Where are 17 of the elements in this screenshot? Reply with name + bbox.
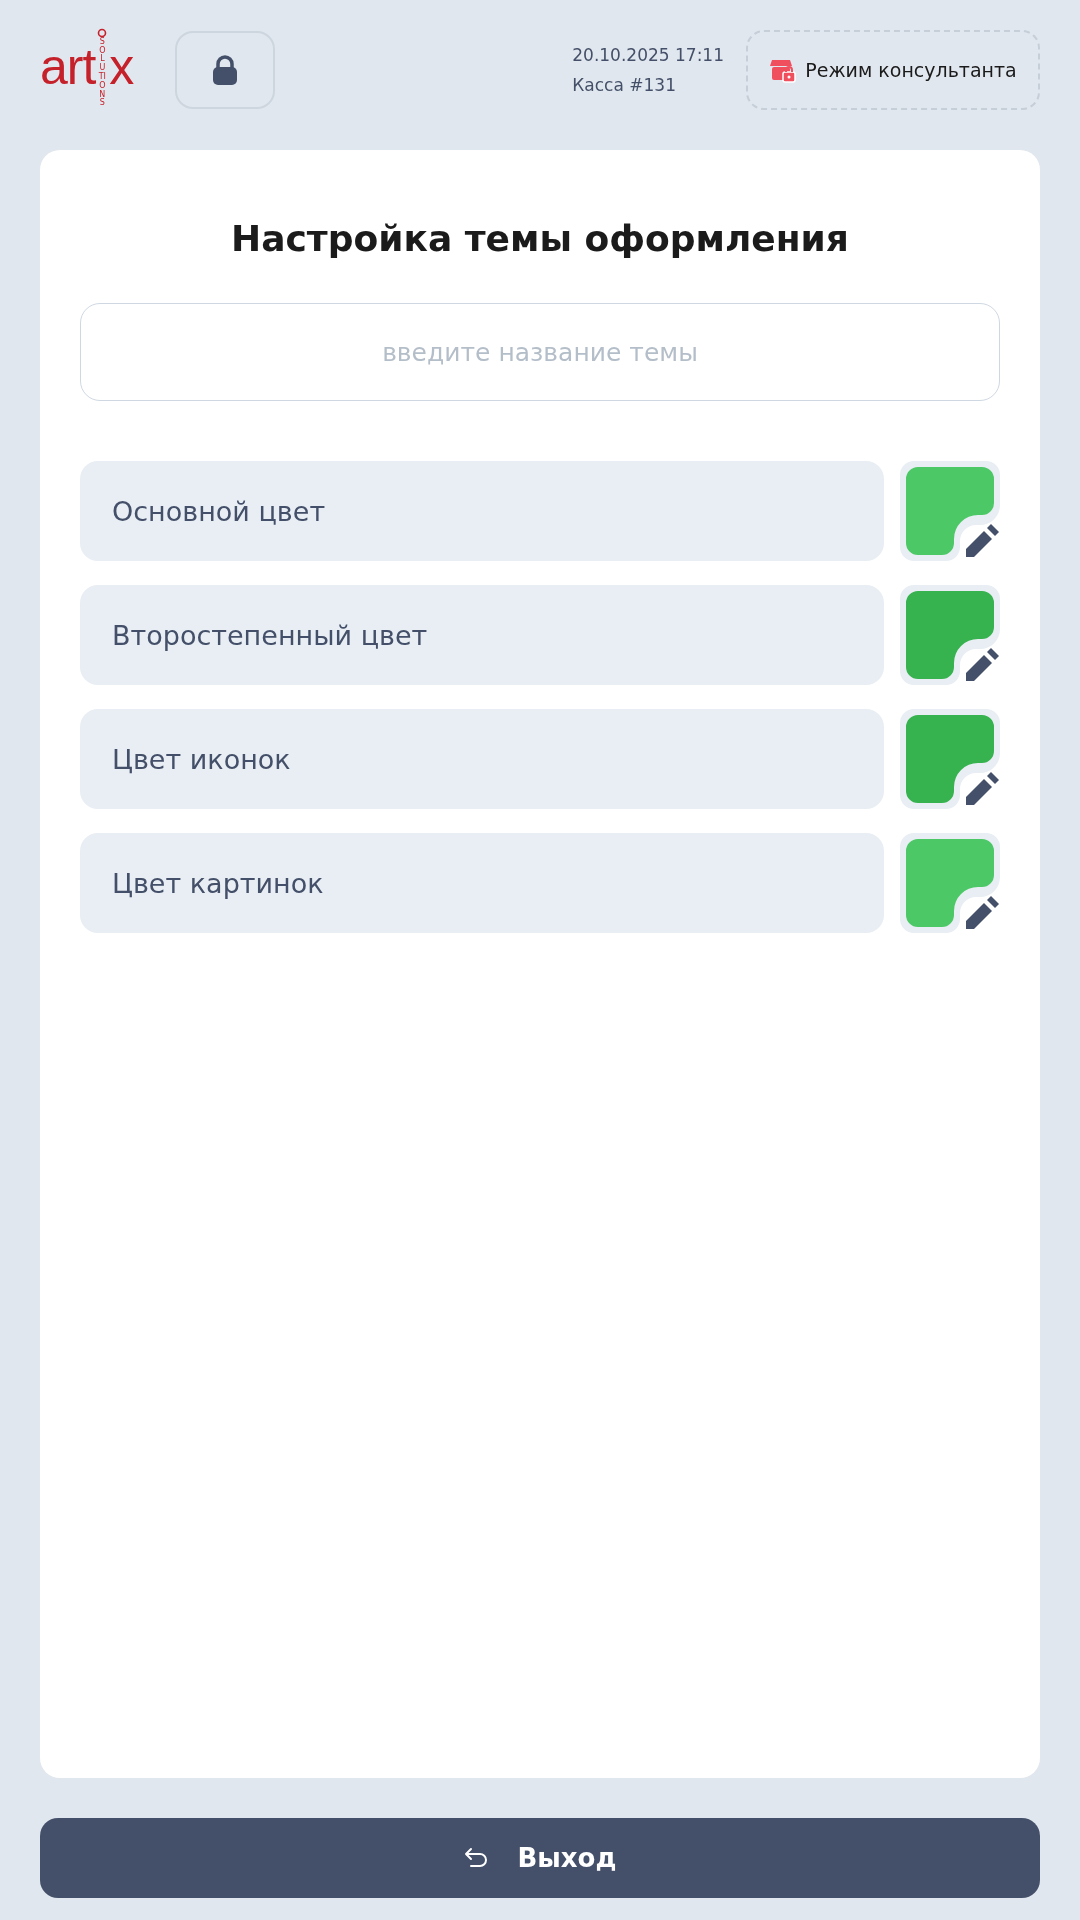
- exit-button[interactable]: Выход: [40, 1818, 1040, 1898]
- color-swatch[interactable]: [900, 461, 1000, 561]
- color-label: Основной цвет: [80, 461, 884, 561]
- lock-button[interactable]: [175, 31, 276, 109]
- page-title: Настройка темы оформления: [230, 218, 850, 259]
- color-swatch[interactable]: [900, 585, 1000, 685]
- color-swatch[interactable]: [900, 709, 1000, 809]
- color-label: Цвет иконок: [80, 709, 884, 809]
- consultant-mode-button[interactable]: Режим консультанта: [746, 30, 1040, 110]
- color-label: Второстепенный цвет: [80, 585, 884, 685]
- lock-icon: [211, 54, 240, 86]
- back-arrow-icon: [463, 1847, 490, 1869]
- theme-name-field[interactable]: введите название темы: [80, 303, 1000, 401]
- color-swatch[interactable]: [900, 833, 1000, 933]
- color-label: Цвет картинок: [80, 833, 884, 933]
- date-time: 20.10.2025 17:11: [572, 45, 724, 65]
- register-number: Касса #131: [572, 75, 677, 95]
